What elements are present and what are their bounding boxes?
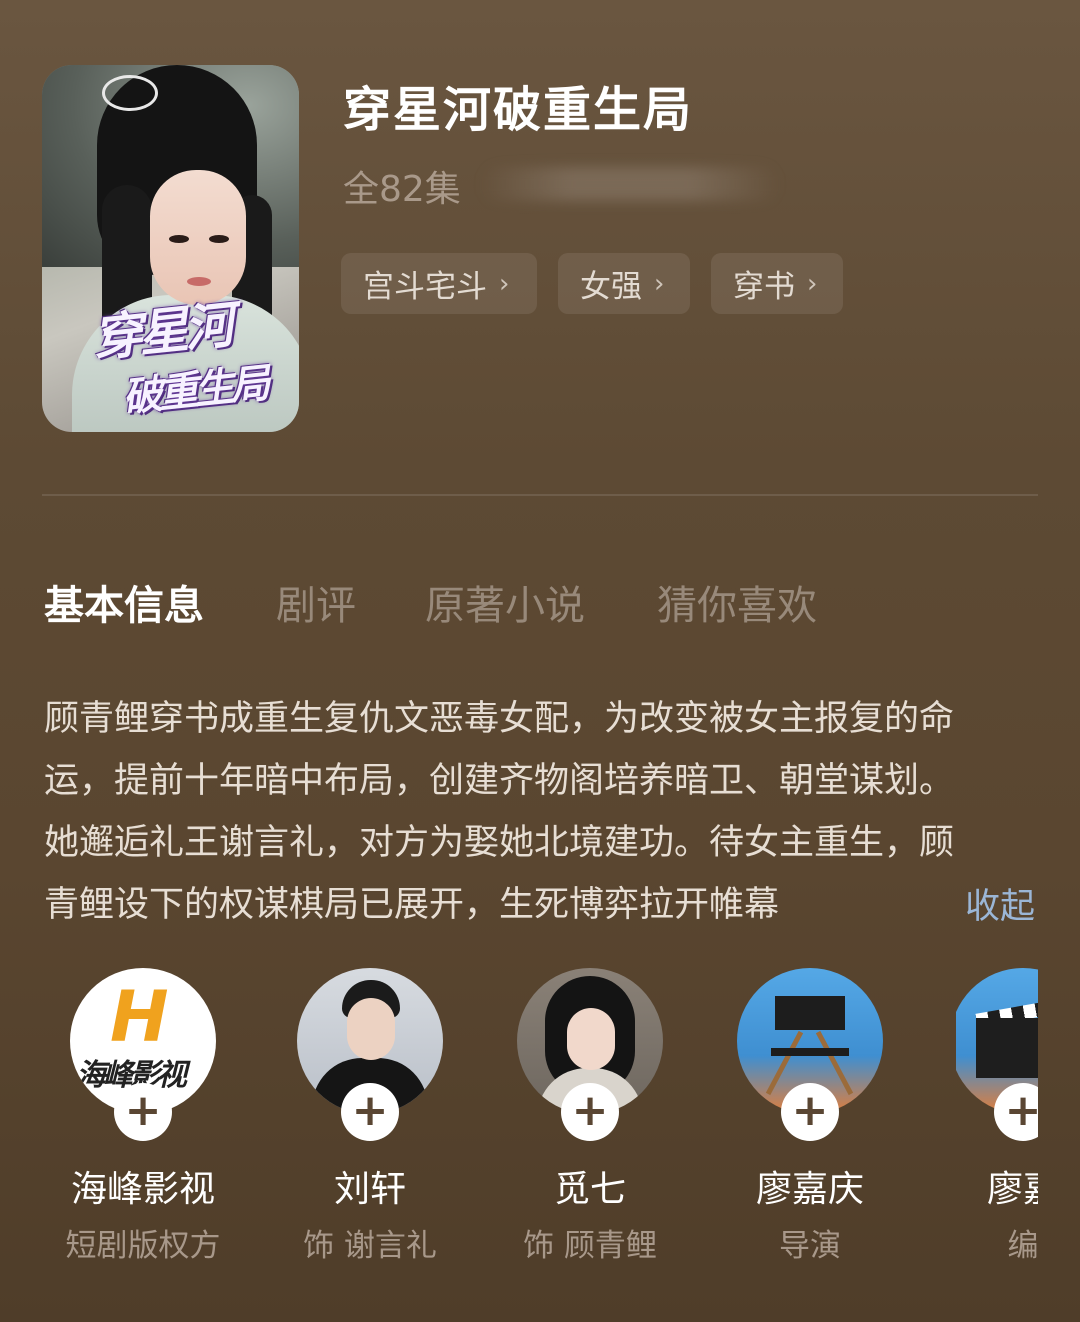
blurred-info: [480, 167, 780, 201]
tag-label: 女强: [580, 269, 642, 305]
cast-name: 刘轩: [333, 1169, 406, 1210]
chevron-right-icon: ›: [499, 268, 510, 299]
tag-gongdou[interactable]: 宫斗宅斗 ›: [341, 253, 537, 314]
cast-item-writer-clip: + 廖嘉 编: [956, 960, 1038, 1322]
plus-icon[interactable]: +: [994, 1083, 1038, 1141]
tag-nvqiang[interactable]: 女强 ›: [558, 253, 690, 314]
cast-role: 饰 顾青鲤: [523, 1228, 657, 1264]
tab-reviews[interactable]: 剧评: [276, 573, 356, 631]
cast-name: 海峰影视: [70, 1169, 215, 1210]
tag-chuanshu[interactable]: 穿书 ›: [711, 253, 843, 314]
cast-role: 饰 谢言礼: [303, 1228, 437, 1264]
cast-name: 廖嘉: [986, 1169, 1038, 1210]
plus-icon[interactable]: +: [341, 1083, 399, 1141]
cast-role: 导演: [779, 1228, 841, 1264]
tab-basic-info[interactable]: 基本信息: [44, 573, 204, 631]
cast-name: 廖嘉庆: [755, 1169, 864, 1210]
plus-icon[interactable]: +: [561, 1083, 619, 1141]
tab-recommendations[interactable]: 猜你喜欢: [657, 573, 817, 631]
plus-icon[interactable]: +: [781, 1083, 839, 1141]
plus-icon[interactable]: +: [114, 1083, 172, 1141]
synopsis-line: 青鲤设下的权谋棋局已展开，生死博弈拉开帷幕: [44, 885, 780, 925]
tab-original-novel[interactable]: 原著小说: [425, 573, 585, 631]
chevron-right-icon: ›: [807, 268, 818, 299]
chevron-right-icon: ›: [654, 268, 665, 299]
collapse-button[interactable]: 收起: [965, 878, 1035, 929]
cast-role: 编: [1007, 1228, 1039, 1264]
cast-role: 短剧版权方: [65, 1228, 221, 1264]
studio-logo-letter: H: [110, 976, 169, 1058]
show-poster[interactable]: 穿星河 破重生局: [42, 65, 299, 432]
episode-count: 全82集: [343, 169, 461, 210]
cast-name: 觅七: [553, 1169, 626, 1210]
poster-title-art: 穿星河 破重生局: [89, 294, 269, 422]
synopsis-line: 顾青鲤穿书成重生复仇文恶毒女配，为改变被女主报复的命: [44, 699, 955, 739]
synopsis-line: 她邂逅礼王谢言礼，对方为娶她北境建功。待女主重生，顾: [44, 823, 955, 863]
divider: [42, 494, 1038, 496]
show-title: 穿星河破重生局: [343, 82, 694, 138]
tag-label: 穿书: [733, 269, 795, 305]
synopsis: 顾青鲤穿书成重生复仇文恶毒女配，为改变被女主报复的命 运，提前十年暗中布局，创建…: [44, 688, 1044, 936]
tag-label: 宫斗宅斗: [363, 269, 487, 305]
synopsis-line: 运，提前十年暗中布局，创建齐物阁培养暗卫、朝堂谋划。: [44, 761, 955, 801]
